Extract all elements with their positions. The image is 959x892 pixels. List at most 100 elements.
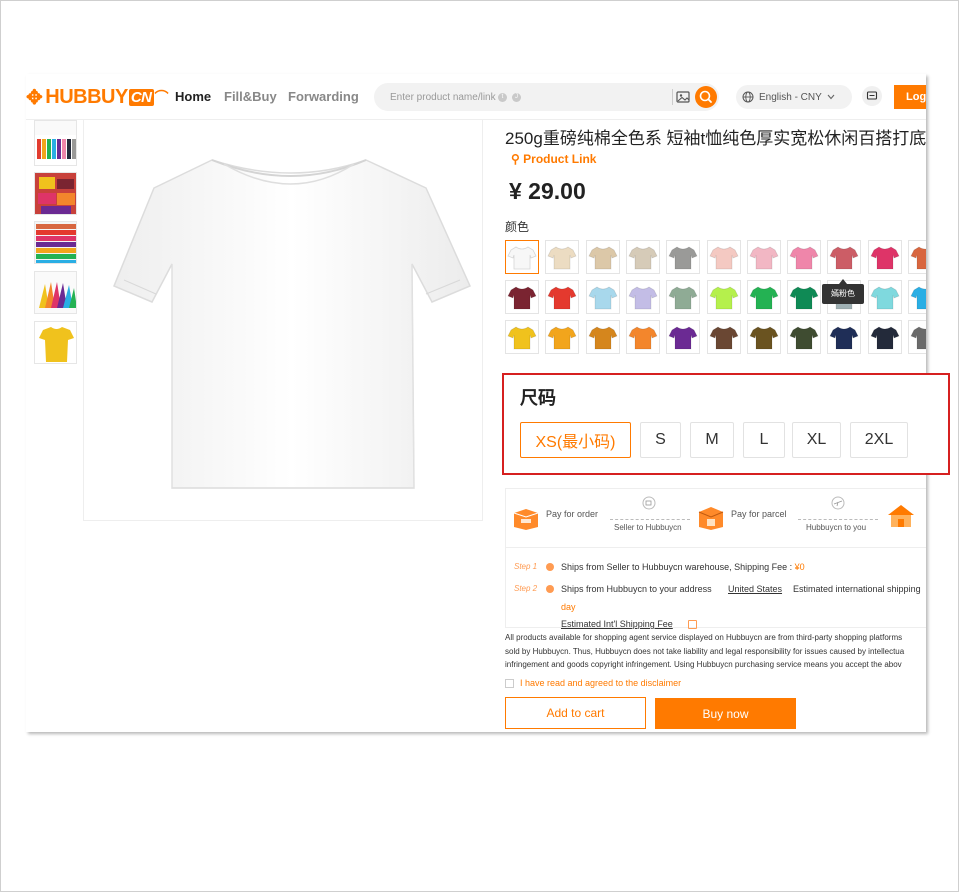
color-swatch[interactable]: [625, 320, 660, 354]
nav-forwarding[interactable]: Forwarding: [288, 89, 359, 104]
size-option-s[interactable]: S: [640, 422, 681, 458]
tshirt-color-icon: [628, 286, 658, 310]
plane-circle-icon: [831, 496, 845, 510]
tshirt-color-icon: [708, 326, 739, 350]
tshirt-color-icon: [507, 286, 537, 310]
intl-fee-link[interactable]: Estimated Int'l Shipping Fee: [561, 619, 673, 629]
tshirt-color-icon: [547, 246, 577, 270]
thumbnail-folded-stack-warm[interactable]: [34, 172, 77, 215]
nav-fill-buy[interactable]: Fill&Buy: [224, 89, 277, 104]
size-option-m[interactable]: M: [690, 422, 734, 458]
main-product-image[interactable]: [83, 120, 483, 521]
color-swatch[interactable]: [908, 240, 926, 274]
size-option-xl[interactable]: XL: [792, 422, 841, 458]
platform-badge-icon: J: [512, 93, 521, 102]
flow-arrow: [610, 519, 690, 520]
color-swatch[interactable]: [787, 320, 822, 354]
thumbnail-yellow-tshirt[interactable]: [34, 321, 77, 364]
logo-text: HUBBUY: [45, 85, 128, 108]
tshirt-color-icon: [870, 326, 900, 350]
size-option-xs[interactable]: XS(最小码): [520, 422, 631, 458]
tshirt-color-icon: [547, 286, 577, 310]
destination-country-link[interactable]: United States: [728, 584, 782, 594]
logo-badge: CN: [128, 88, 154, 106]
hubbuy-logo[interactable]: ✥ HUBBUY CN ⌒: [26, 85, 168, 109]
color-swatch[interactable]: [867, 280, 902, 314]
fee-calculator-icon[interactable]: [688, 620, 697, 629]
color-swatch[interactable]: [908, 280, 926, 314]
color-swatch[interactable]: [505, 280, 539, 314]
color-swatch[interactable]: [827, 240, 862, 274]
seller-to-hub-label: Seller to Hubbuycn: [614, 523, 682, 532]
estimate-unit: day: [561, 602, 576, 612]
color-swatch[interactable]: [827, 320, 862, 354]
thumbnail-fan-of-shirts[interactable]: [34, 271, 77, 314]
disclaimer-line: All products available for shopping agen…: [505, 633, 903, 642]
tshirt-color-icon: [789, 286, 819, 310]
color-swatch[interactable]: [625, 240, 660, 274]
buy-now-button[interactable]: Buy now: [655, 698, 796, 729]
thumbnail-folded-stack-rainbow[interactable]: [34, 221, 77, 264]
color-swatch[interactable]: [746, 240, 781, 274]
color-swatch[interactable]: [545, 320, 580, 354]
product-link[interactable]: ⚲ Product Link: [511, 152, 596, 166]
agree-checkbox[interactable]: [505, 678, 514, 688]
language-label: English - CNY: [759, 91, 822, 103]
step1-text: Ships from Seller to Hubbuycn warehouse,…: [561, 562, 805, 572]
tshirt-color-icon: [668, 326, 698, 350]
color-swatch[interactable]: [625, 280, 660, 314]
shipping-flow-panel: Pay for order Seller to Hubbuycn Pay for…: [505, 488, 926, 629]
color-swatch[interactable]: [545, 240, 580, 274]
tshirt-color-icon: [789, 326, 819, 350]
size-option-l[interactable]: L: [743, 422, 785, 458]
step2-dot-icon: [546, 585, 554, 593]
color-swatch[interactable]: [867, 240, 902, 274]
disclaimer-line: infringement and goods copyright infring…: [505, 660, 902, 669]
add-to-cart-button[interactable]: Add to cart: [505, 697, 646, 729]
color-swatch[interactable]: [585, 320, 620, 354]
product-link-label: Product Link: [523, 152, 597, 166]
color-swatch[interactable]: [666, 240, 701, 274]
tshirt-color-icon: [829, 326, 859, 350]
agree-label: I have read and agreed to the disclaimer: [520, 678, 682, 688]
color-swatch[interactable]: [787, 280, 822, 314]
agree-checkbox-row[interactable]: I have read and agreed to the disclaimer: [505, 678, 681, 688]
tshirt-color-icon: [507, 326, 537, 350]
nav-home[interactable]: Home: [175, 89, 211, 104]
tshirt-color-icon: [870, 246, 900, 270]
product-price: ¥ 29.00: [509, 178, 586, 204]
search-button[interactable]: [695, 86, 717, 108]
search-divider: [672, 89, 673, 105]
tshirt-color-icon: [588, 286, 618, 310]
tshirt-color-icon: [628, 326, 658, 350]
size-option-2xl[interactable]: 2XL: [850, 422, 908, 458]
parcel-box-icon: [698, 507, 724, 530]
tshirt-color-icon: [910, 286, 926, 310]
color-swatch[interactable]: [545, 280, 580, 314]
color-swatch[interactable]: [585, 280, 620, 314]
color-swatch[interactable]: [706, 320, 741, 354]
tshirt-color-icon: [507, 246, 537, 270]
color-swatch[interactable]: [706, 240, 741, 274]
search-bar: t J: [374, 83, 719, 111]
color-swatch[interactable]: [746, 320, 781, 354]
thumbnail-color-lineup[interactable]: [34, 120, 77, 166]
color-swatch[interactable]: [505, 320, 539, 354]
tshirt-color-icon: [910, 326, 926, 350]
color-swatch[interactable]: [746, 280, 781, 314]
color-swatch[interactable]: [867, 320, 902, 354]
color-swatch[interactable]: [666, 320, 701, 354]
color-swatch[interactable]: [505, 240, 539, 274]
color-swatch[interactable]: [787, 240, 822, 274]
message-button[interactable]: [862, 86, 882, 106]
color-swatch[interactable]: [908, 320, 926, 354]
color-swatch[interactable]: [585, 240, 620, 274]
step2-text: Ships from Hubbuycn to your address: [561, 584, 712, 594]
login-button[interactable]: Log: [894, 85, 926, 109]
color-swatch[interactable]: [666, 280, 701, 314]
image-search-icon[interactable]: [676, 90, 690, 104]
step1-dot-icon: [546, 563, 554, 571]
globe-icon: [742, 91, 754, 103]
color-swatch[interactable]: [706, 280, 741, 314]
language-selector[interactable]: English - CNY: [736, 85, 852, 109]
